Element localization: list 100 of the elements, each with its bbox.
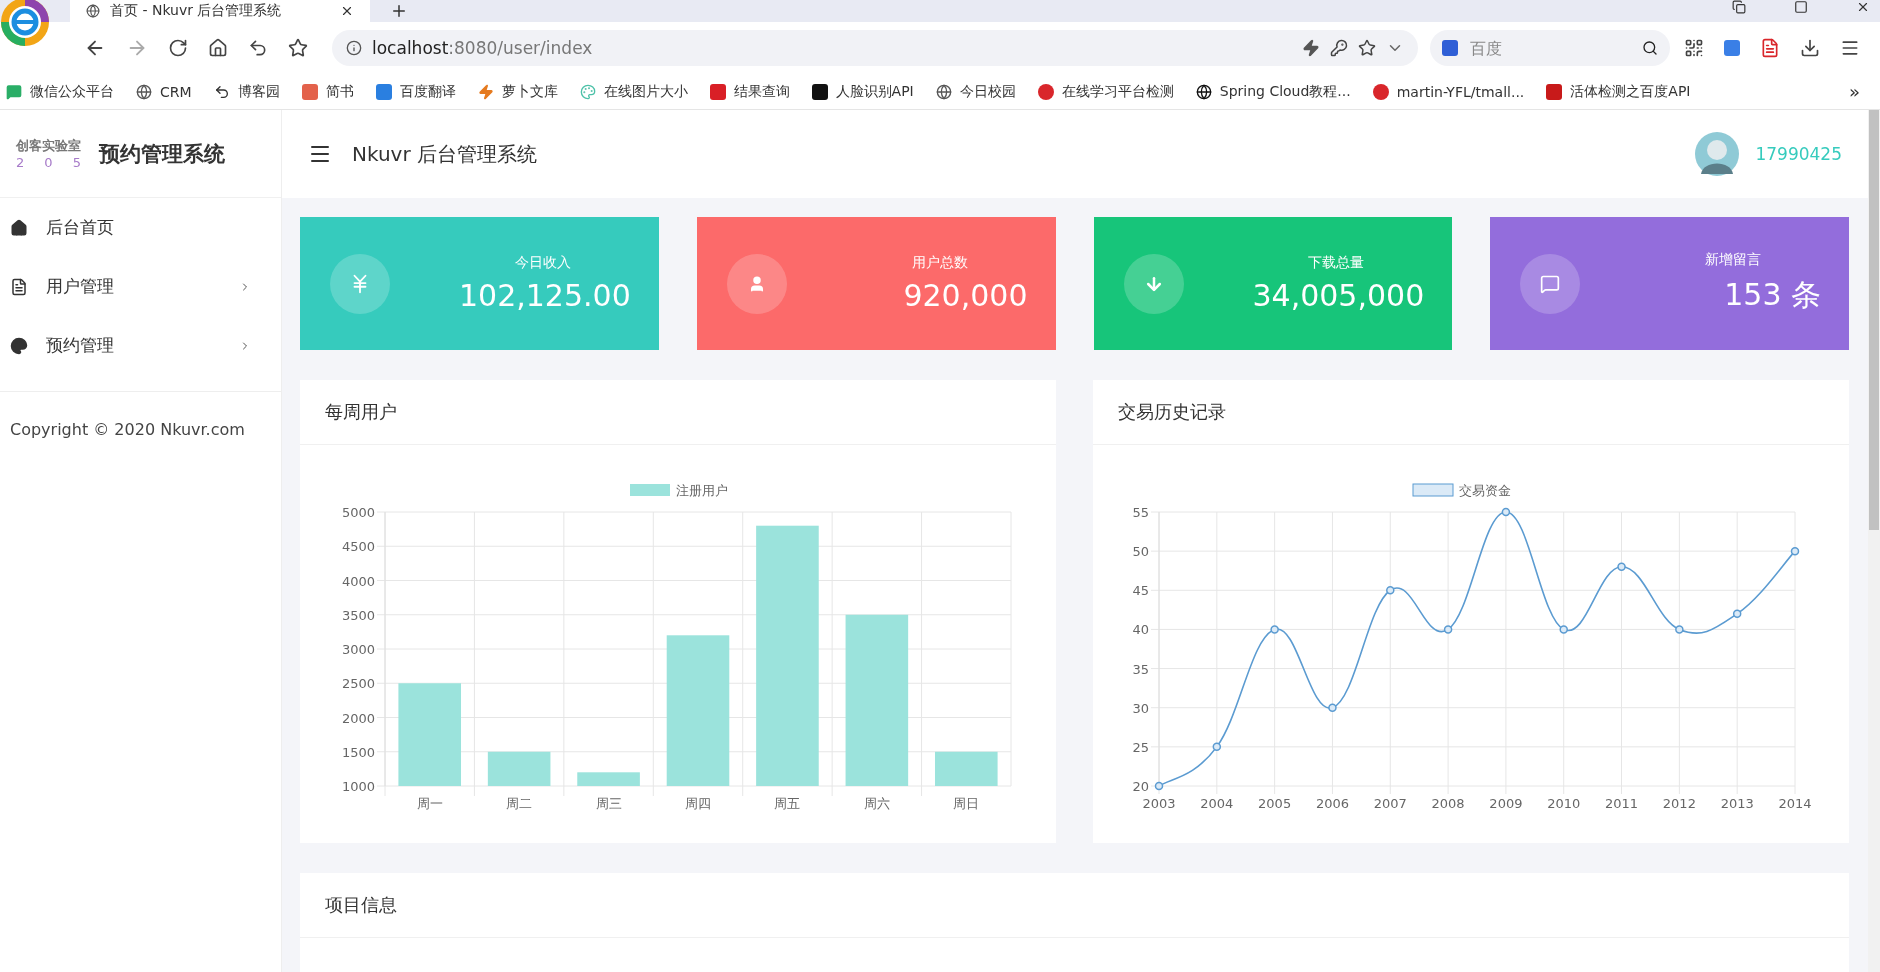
data-point: [1732, 609, 1742, 618]
data-point: [1328, 703, 1337, 712]
star-icon: [288, 38, 308, 58]
info-icon: [346, 40, 362, 56]
data-point: [1443, 625, 1453, 634]
axis-label: 35: [1132, 661, 1149, 677]
axis-label: 2010: [1547, 796, 1581, 811]
undo-icon: [248, 38, 268, 58]
axis-label: 1000: [341, 779, 375, 794]
maximize-icon[interactable]: [1794, 0, 1808, 14]
copyright-text: Copyright © 2020 Nkuvr.com: [9, 419, 246, 441]
restore-icon[interactable]: [1732, 0, 1746, 14]
home-icon: [10, 218, 28, 237]
new-tab-icon[interactable]: [390, 2, 408, 20]
menu-icon: [1840, 38, 1860, 58]
axis-label: 1500: [341, 744, 375, 760]
legend-swatch: [1412, 483, 1454, 497]
star-icon[interactable]: [1358, 39, 1376, 57]
axis-label: 周五: [774, 796, 801, 811]
palette-icon: [10, 336, 28, 355]
globe-icon: [935, 83, 952, 100]
axis-label: 周一: [416, 796, 443, 811]
data-point: [1559, 625, 1568, 634]
axis-label: 45: [1132, 583, 1149, 599]
stat-value: 920,000: [903, 278, 1028, 313]
nav-item[interactable]: 预约管理: [0, 316, 281, 375]
message-icon: [1540, 273, 1561, 294]
square-icon: [375, 83, 392, 100]
bar: [935, 751, 998, 786]
data-point: [1270, 625, 1279, 634]
square-icon: [1724, 40, 1740, 56]
bookmark-link[interactable]: 萝卜文库: [477, 82, 558, 101]
data-point: [1501, 507, 1511, 517]
globe-icon: [1195, 83, 1212, 100]
nav-item[interactable]: 用户管理: [0, 257, 281, 316]
axis-label: 周二: [506, 796, 533, 811]
close-icon[interactable]: [340, 4, 354, 18]
logo-digit: 5: [72, 155, 81, 170]
app-title: 预约管理系统: [99, 140, 225, 168]
download-icon: [1800, 38, 1820, 58]
tab-title: 首页 - Nkuvr 后台管理系统: [110, 2, 283, 20]
stat-label: 用户总数: [910, 254, 969, 272]
axis-label: 2000: [341, 710, 375, 726]
globe-icon: [86, 4, 100, 18]
circle-icon: [1037, 83, 1054, 100]
home-icon: [208, 38, 228, 58]
axis-label: 20: [1132, 779, 1149, 794]
address-bar[interactable]: localhost:8080/user/index: [332, 30, 1418, 66]
bar: [577, 772, 640, 786]
key-icon[interactable]: [1330, 39, 1348, 57]
panel-title: 每周用户: [325, 400, 397, 424]
data-point: [1790, 546, 1800, 556]
axis-label: 25: [1132, 739, 1149, 755]
stat-label: 今日收入: [513, 254, 572, 272]
search-field[interactable]: 百度: [1430, 30, 1670, 66]
square-icon: [1546, 83, 1563, 100]
bookmark-link[interactable]: 简书: [301, 82, 354, 101]
stat-value: 153 条: [1724, 276, 1821, 314]
bookmark-link[interactable]: 博客园: [213, 82, 280, 101]
axis-label: 2500: [341, 676, 375, 692]
bookmark-link[interactable]: CRM: [136, 83, 192, 100]
chat-icon: [6, 83, 22, 100]
logo-text: 创客实验室: [16, 137, 81, 155]
axis-label: 2005: [1258, 796, 1292, 811]
axis-label: 2006: [1315, 796, 1349, 811]
bookmark-link[interactable]: Spring Cloud教程...: [1195, 82, 1351, 101]
bookmark-link[interactable]: 在线图片大小: [579, 82, 688, 101]
axis-label: 周日: [953, 796, 980, 811]
square-icon: [301, 83, 318, 100]
bookmark-link[interactable]: 百度翻译: [375, 82, 456, 101]
square-icon: [709, 83, 726, 100]
axis-label: 2013: [1720, 796, 1754, 811]
axis-label: 周四: [685, 796, 711, 811]
axis-label: 40: [1132, 622, 1149, 638]
nav-item[interactable]: 后台首页: [0, 198, 281, 257]
bookmark-link[interactable]: 活体检测之百度API: [1546, 82, 1691, 101]
axis-label: 2004: [1200, 796, 1234, 811]
stat-label: 下载总量: [1307, 254, 1366, 272]
scrollbar[interactable]: [1868, 110, 1880, 972]
close-icon[interactable]: [1856, 0, 1870, 14]
data-point: [1212, 742, 1222, 752]
search-icon[interactable]: [1642, 40, 1658, 56]
more-bookmarks-button[interactable]: »: [1849, 81, 1860, 102]
axis-label: 55: [1132, 505, 1149, 520]
axis-label: 2009: [1489, 796, 1523, 811]
bookmark-link[interactable]: 人脸识别API: [811, 82, 914, 101]
axis-label: 周六: [863, 796, 890, 811]
logo-digit: 2: [16, 155, 25, 170]
legend-label: 交易资金: [1459, 483, 1511, 498]
axis-label: 2014: [1778, 796, 1812, 811]
bookmark-link[interactable]: 结果查询: [709, 82, 790, 101]
browser-tab[interactable]: 首页 - Nkuvr 后台管理系统: [70, 0, 370, 22]
lightning-icon[interactable]: [1302, 39, 1320, 57]
bookmark-link[interactable]: martin-YFL/tmall...: [1372, 83, 1525, 100]
axis-label: 5000: [341, 505, 375, 520]
bookmark-link[interactable]: 在线学习平台检测: [1037, 82, 1174, 101]
bookmark-link[interactable]: 今日校园: [935, 82, 1016, 101]
bookmark-link[interactable]: 微信公众平台: [6, 82, 114, 101]
data-point: [1617, 562, 1626, 572]
avatar: [1693, 130, 1742, 178]
